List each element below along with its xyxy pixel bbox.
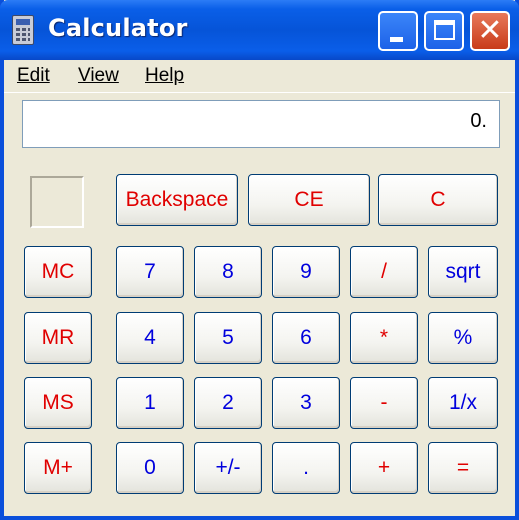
close-button[interactable]: ✕: [470, 11, 510, 51]
window-title: Calculator: [48, 14, 188, 42]
calculator-icon: [12, 15, 34, 45]
maximize-button[interactable]: [424, 11, 464, 51]
result-display[interactable]: 0.: [22, 100, 500, 148]
memory-add-button[interactable]: M+: [24, 442, 92, 494]
add-button[interactable]: +: [350, 442, 418, 494]
percent-button[interactable]: %: [428, 312, 498, 364]
menu-view-label: View: [78, 65, 119, 86]
digit-0-button[interactable]: 0: [116, 442, 184, 494]
sign-toggle-button[interactable]: +/-: [194, 442, 262, 494]
memory-store-button[interactable]: MS: [24, 377, 92, 429]
maximize-icon: [434, 20, 455, 40]
calculator-window: Calculator ✕ Edit View Help 0. Backspace…: [0, 0, 519, 520]
minimize-button[interactable]: [378, 11, 418, 51]
digit-1-button[interactable]: 1: [116, 377, 184, 429]
equals-button[interactable]: =: [428, 442, 498, 494]
clear-entry-button[interactable]: CE: [248, 174, 370, 226]
menu-help[interactable]: Help: [145, 65, 184, 87]
menu-edit[interactable]: Edit: [17, 65, 50, 87]
decimal-point-button[interactable]: .: [272, 442, 340, 494]
minimize-icon: [390, 37, 403, 42]
title-bar[interactable]: Calculator ✕: [0, 0, 519, 60]
digit-4-button[interactable]: 4: [116, 312, 184, 364]
sqrt-button[interactable]: sqrt: [428, 246, 498, 298]
backspace-button[interactable]: Backspace: [116, 174, 238, 226]
close-icon: ✕: [477, 13, 503, 48]
digit-2-button[interactable]: 2: [194, 377, 262, 429]
digit-3-button[interactable]: 3: [272, 377, 340, 429]
digit-7-button[interactable]: 7: [116, 246, 184, 298]
reciprocal-button[interactable]: 1/x: [428, 377, 498, 429]
menu-help-label: Help: [145, 65, 185, 86]
menu-view[interactable]: View: [78, 65, 119, 87]
digit-6-button[interactable]: 6: [272, 312, 340, 364]
digit-5-button[interactable]: 5: [194, 312, 262, 364]
multiply-button[interactable]: *: [350, 312, 418, 364]
subtract-button[interactable]: -: [350, 377, 418, 429]
memory-recall-button[interactable]: MR: [24, 312, 92, 364]
digit-8-button[interactable]: 8: [194, 246, 262, 298]
memory-clear-button[interactable]: MC: [24, 246, 92, 298]
divide-button[interactable]: /: [350, 246, 418, 298]
memory-indicator: [30, 176, 84, 228]
display-value: 0.: [470, 110, 487, 132]
menu-bar: Edit View Help: [4, 60, 515, 93]
clear-button[interactable]: C: [378, 174, 498, 226]
digit-9-button[interactable]: 9: [272, 246, 340, 298]
menu-edit-label: Edit: [17, 65, 50, 86]
